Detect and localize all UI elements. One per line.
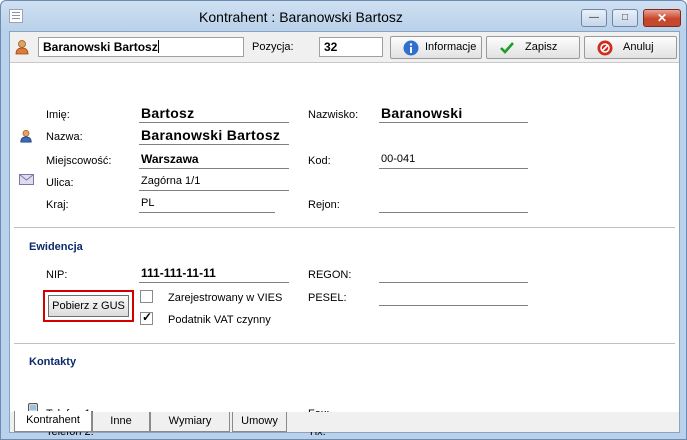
company-name-field[interactable]: Baranowski Bartosz	[139, 127, 289, 145]
name-input[interactable]: Baranowski Bartosz	[38, 37, 244, 57]
postcode-field[interactable]: 00-041	[379, 151, 528, 169]
envelope-icon	[19, 174, 34, 185]
cancel-button[interactable]: Anuluj	[584, 36, 677, 59]
region-field[interactable]	[379, 195, 528, 213]
street-label: Ulica:	[46, 177, 74, 189]
info-button-label: Informacje	[425, 41, 477, 53]
last-name-label: Nazwisko:	[308, 109, 359, 121]
gus-button-highlight: Pobierz z GUS	[43, 290, 134, 322]
section-divider	[14, 227, 675, 228]
vat-label: Podatnik VAT czynny	[168, 314, 271, 326]
city-label: Miejscowość:	[46, 155, 112, 167]
checkmark-icon	[500, 42, 514, 54]
nip-label: NIP:	[46, 269, 68, 281]
region-label: Rejon:	[308, 199, 340, 211]
postcode-label: Kod:	[308, 155, 331, 167]
pesel-label: PESEL:	[308, 292, 347, 304]
first-name-label: Imię:	[46, 109, 70, 121]
tab-wymiary[interactable]: Wymiary	[150, 412, 230, 432]
registration-section-title: Ewidencja	[29, 241, 83, 253]
text-caret	[157, 40, 159, 53]
tab-kontrahent[interactable]: Kontrahent	[14, 411, 92, 432]
person-icon	[15, 40, 29, 55]
country-label: Kraj:	[46, 199, 69, 211]
info-button[interactable]: Informacje	[390, 36, 482, 59]
name-label: Nazwa:	[46, 131, 83, 143]
window-title: Kontrahent : Baranowski Bartosz	[199, 9, 403, 25]
app-window: Kontrahent : Baranowski Bartosz — □ ✕ Ba…	[0, 0, 687, 440]
position-input[interactable]: 32	[319, 37, 383, 57]
regon-field[interactable]	[379, 265, 528, 283]
first-name-field[interactable]: Bartosz	[139, 105, 289, 123]
vat-checkbox[interactable]: ✓	[140, 310, 153, 325]
vies-label: Zarejestrowany w VIES	[168, 292, 283, 304]
contacts-section-title: Kontakty	[29, 356, 77, 368]
title-bar[interactable]: Kontrahent : Baranowski Bartosz — □ ✕	[1, 1, 686, 31]
nip-field[interactable]: 111-111-11-11	[139, 265, 289, 283]
regon-label: REGON:	[308, 269, 352, 281]
vies-checkbox[interactable]	[140, 290, 153, 303]
position-label: Pozycja:	[252, 41, 294, 53]
tab-bar: Kontrahent Inne Wymiary Umowy	[10, 411, 679, 432]
client-area: Baranowski Bartosz Pozycja: 32 Informacj…	[9, 31, 680, 438]
close-button[interactable]: ✕	[643, 9, 681, 27]
cancel-button-label: Anuluj	[623, 41, 654, 53]
city-field[interactable]: Warszawa	[139, 151, 289, 169]
person-icon	[20, 129, 32, 143]
country-field[interactable]: PL	[139, 195, 275, 213]
tab-inne[interactable]: Inne	[92, 412, 150, 432]
last-name-field[interactable]: Baranowski	[379, 105, 528, 123]
tab-umowy[interactable]: Umowy	[232, 412, 287, 432]
pesel-field[interactable]	[379, 288, 528, 306]
gus-fetch-button[interactable]: Pobierz z GUS	[48, 295, 129, 317]
info-icon	[403, 40, 419, 56]
section-divider	[14, 343, 675, 344]
cancel-icon	[597, 40, 613, 56]
street-field[interactable]: Zagórna 1/1	[139, 173, 289, 191]
maximize-button[interactable]: □	[612, 9, 638, 27]
toolbar: Baranowski Bartosz Pozycja: 32 Informacj…	[10, 32, 679, 62]
save-button[interactable]: Zapisz	[486, 36, 580, 59]
minimize-button[interactable]: —	[581, 9, 607, 27]
checkmark-icon: ✓	[142, 310, 153, 324]
save-button-label: Zapisz	[525, 41, 558, 53]
contractor-form: Imię: Bartosz Nazwisko: Baranowski Nazwa…	[10, 62, 679, 438]
